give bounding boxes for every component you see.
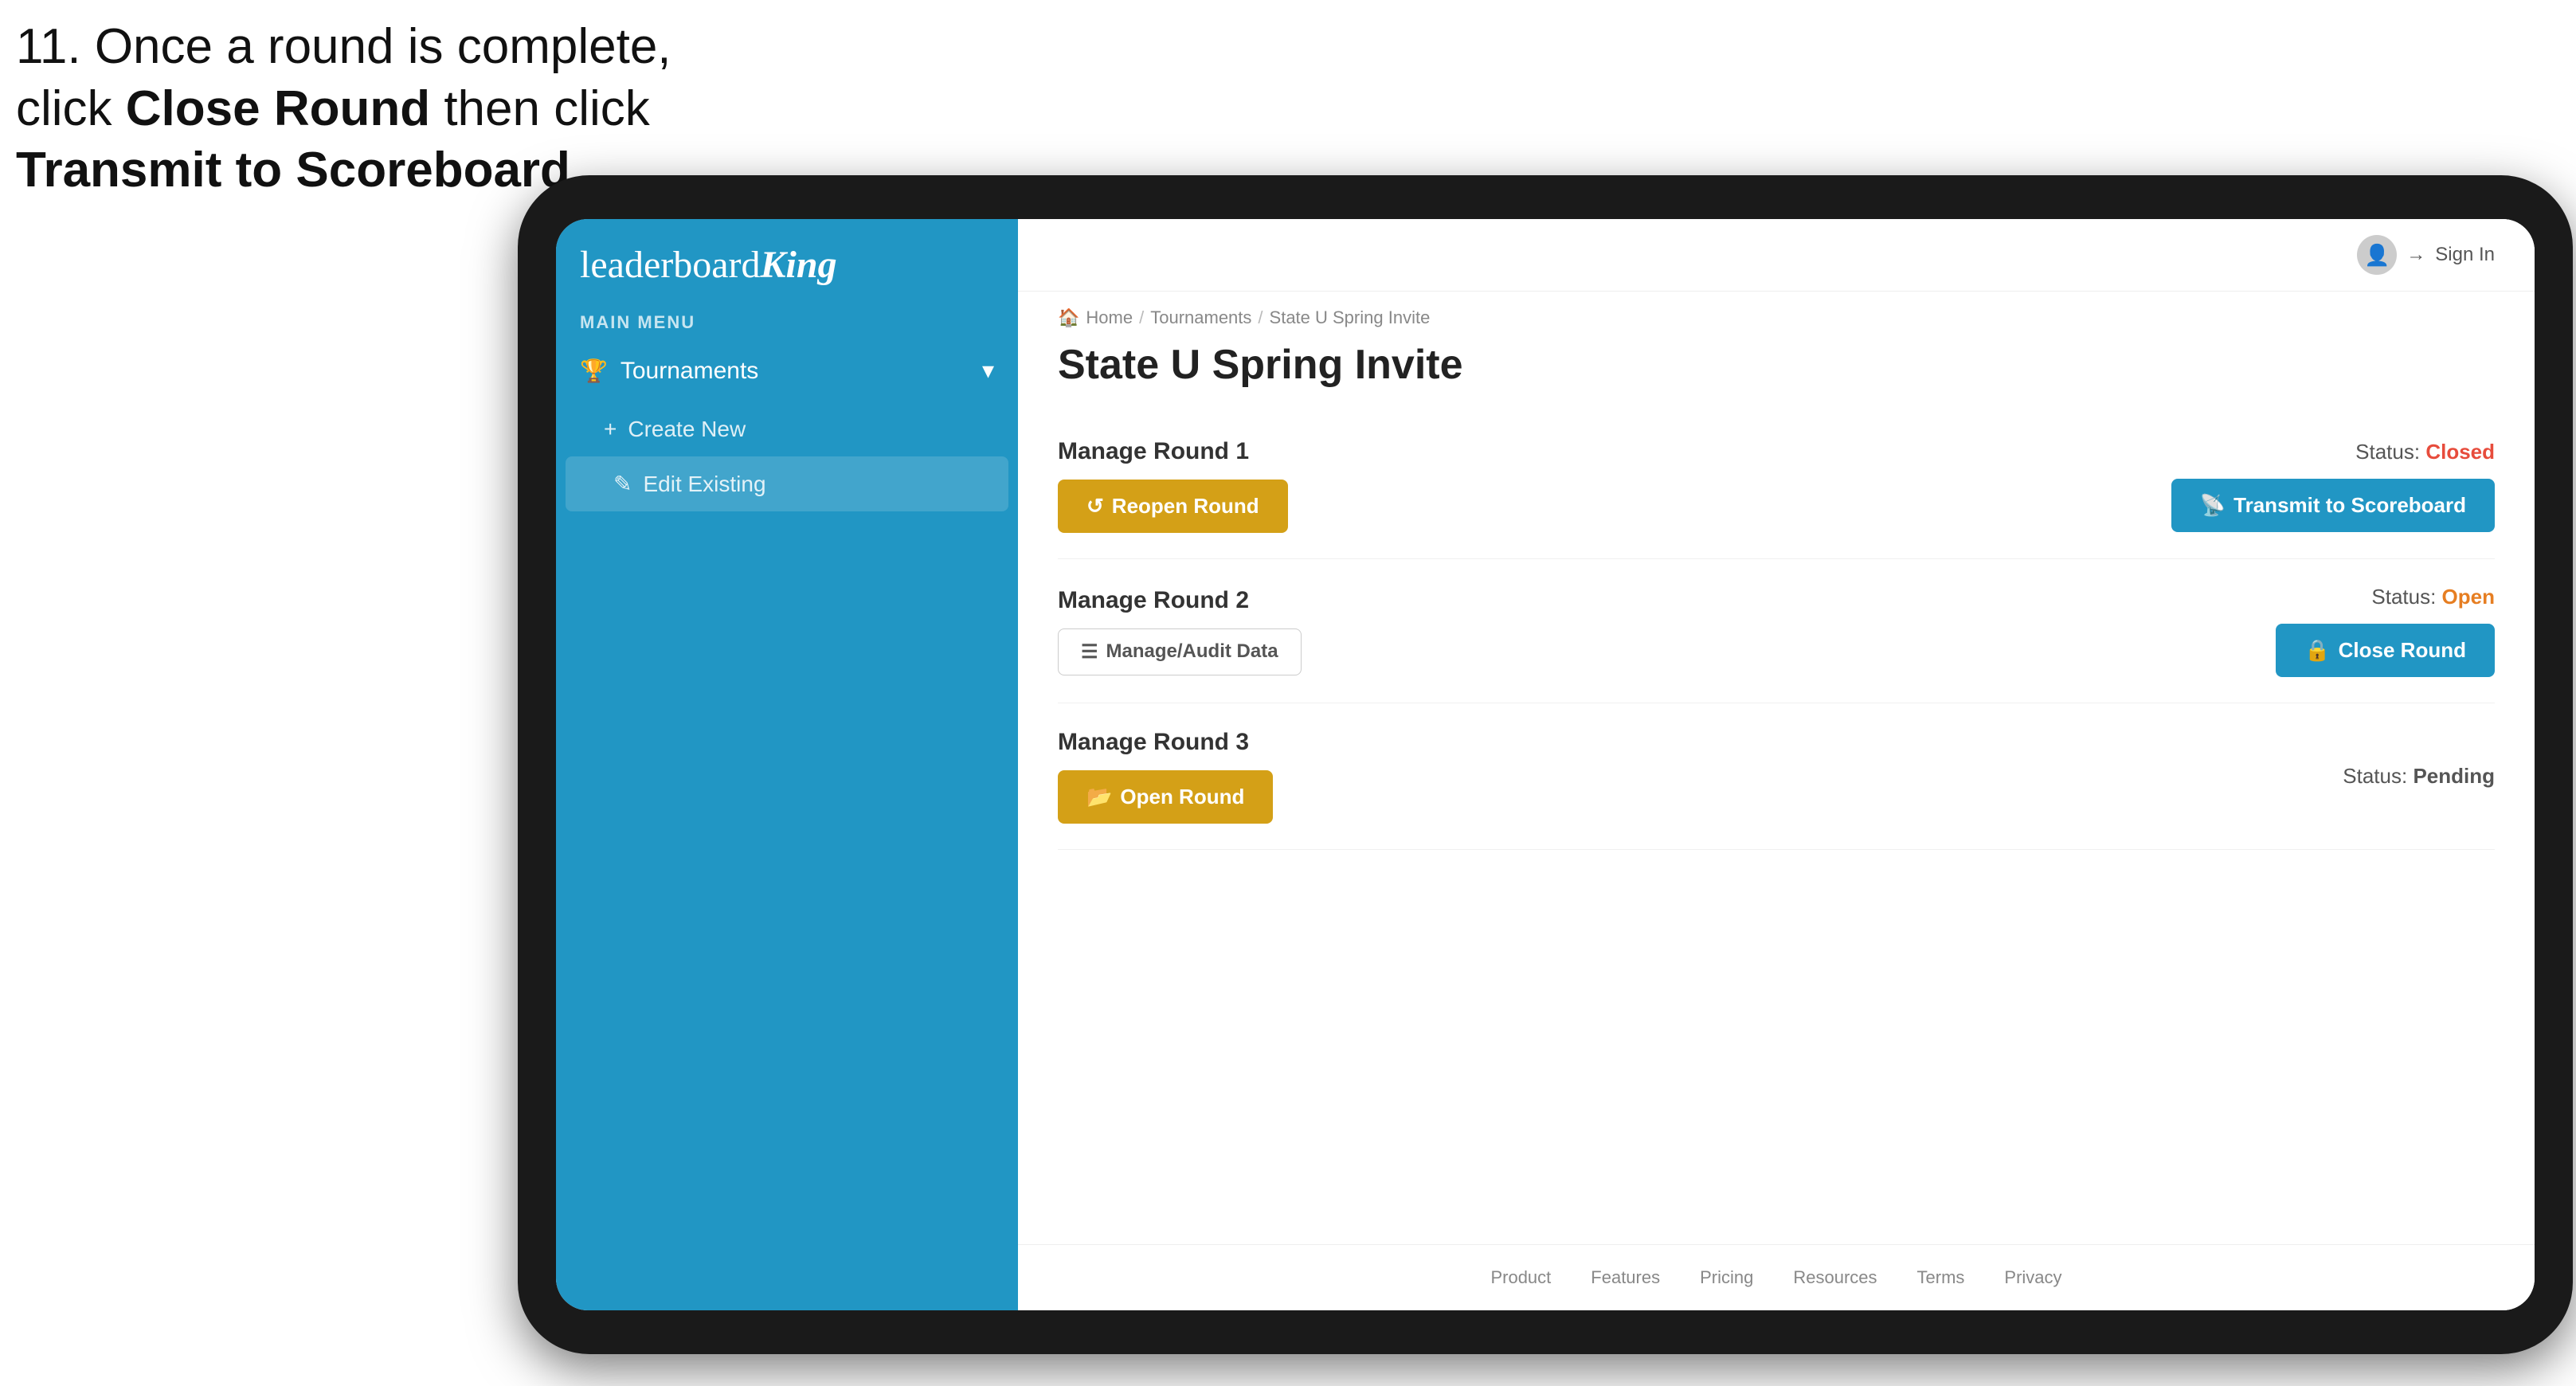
- sidebar-create-new[interactable]: + Create New: [556, 402, 1018, 456]
- breadcrumb-home[interactable]: Home: [1086, 307, 1133, 328]
- manage-audit-button[interactable]: ☰ Manage/Audit Data: [1058, 628, 1302, 675]
- round-3-title: Manage Round 3: [1058, 729, 1273, 756]
- footer-pricing[interactable]: Pricing: [1700, 1267, 1753, 1288]
- footer-product[interactable]: Product: [1490, 1267, 1551, 1288]
- main-content: 👤 → Sign In 🏠 Home / Tournaments / State…: [1018, 219, 2535, 1310]
- round-3-right: Status: Pending: [2343, 764, 2495, 789]
- footer: Product Features Pricing Resources Terms…: [1018, 1244, 2535, 1310]
- instruction-line2: click: [16, 81, 126, 136]
- round-1-title: Manage Round 1: [1058, 438, 1288, 465]
- instruction-bold1: Close Round: [126, 81, 430, 136]
- round-3-left: Manage Round 3 📂 Open Round: [1058, 729, 1273, 824]
- transmit-scoreboard-label: Transmit to Scoreboard: [2233, 493, 2466, 518]
- instruction-block: 11. Once a round is complete, click Clos…: [16, 16, 671, 202]
- app-container: leaderboardKing MAIN MENU 🏆 Tournaments …: [556, 219, 2535, 1310]
- footer-resources[interactable]: Resources: [1793, 1267, 1877, 1288]
- sign-in-label: →: [2406, 244, 2425, 266]
- logo-leaderboard: eaderboard: [590, 244, 760, 286]
- avatar-icon: 👤: [2357, 235, 2397, 275]
- sign-in-text: Sign In: [2435, 244, 2495, 266]
- reopen-round-label: Reopen Round: [1112, 494, 1259, 519]
- round-2-status: Status: Open: [2371, 585, 2495, 609]
- top-header: 👤 → Sign In: [1018, 219, 2535, 292]
- footer-features[interactable]: Features: [1591, 1267, 1660, 1288]
- main-menu-label: MAIN MENU: [556, 303, 1018, 339]
- round-1-status: Status: Closed: [2355, 440, 2495, 464]
- transmit-icon: 📡: [2200, 493, 2226, 518]
- round-1-right: Status: Closed 📡 Transmit to Scoreboard: [2171, 440, 2495, 532]
- content-spacer: [1018, 850, 2535, 1244]
- open-icon: 📂: [1086, 785, 1112, 809]
- breadcrumb-tournaments[interactable]: Tournaments: [1150, 307, 1251, 328]
- tablet-screen: leaderboardKing MAIN MENU 🏆 Tournaments …: [556, 219, 2535, 1310]
- home-icon: 🏠: [1058, 307, 1079, 328]
- sidebar-edit-existing[interactable]: ✎ Edit Existing: [566, 456, 1008, 511]
- instruction-bold2: Transmit to Scoreboard.: [16, 143, 584, 198]
- rounds-container: Manage Round 1 ↺ Reopen Round Status: Cl…: [1018, 413, 2535, 850]
- round-1-section: Manage Round 1 ↺ Reopen Round Status: Cl…: [1058, 413, 2495, 559]
- breadcrumb-current: State U Spring Invite: [1270, 307, 1431, 328]
- open-round-label: Open Round: [1120, 785, 1244, 809]
- round-3-section: Manage Round 3 📂 Open Round Status: Pend…: [1058, 703, 2495, 850]
- tablet-device: leaderboardKing MAIN MENU 🏆 Tournaments …: [518, 175, 2573, 1354]
- round-3-status-value: Pending: [2413, 764, 2495, 788]
- footer-privacy[interactable]: Privacy: [2004, 1267, 2061, 1288]
- logo: leaderboardKing: [580, 243, 994, 287]
- logo-king: King: [761, 244, 837, 286]
- sidebar-nav-tournaments[interactable]: 🏆 Tournaments ▾: [556, 339, 1018, 402]
- page-title: State U Spring Invite: [1018, 335, 2535, 413]
- edit-existing-label: Edit Existing: [643, 472, 765, 497]
- reopen-icon: ↺: [1086, 494, 1104, 519]
- sign-in-button[interactable]: 👤 → Sign In: [2357, 235, 2495, 275]
- open-round-button[interactable]: 📂 Open Round: [1058, 770, 1273, 824]
- close-icon: 🔒: [2304, 638, 2330, 663]
- sidebar: leaderboardKing MAIN MENU 🏆 Tournaments …: [556, 219, 1018, 1310]
- logo-bracket-left: l: [580, 244, 590, 286]
- round-3-status: Status: Pending: [2343, 764, 2495, 789]
- instruction-line3: then click: [430, 81, 650, 136]
- round-2-right: Status: Open 🔒 Close Round: [2276, 585, 2495, 677]
- instruction-line1: 11. Once a round is complete,: [16, 19, 671, 74]
- create-new-label: Create New: [628, 417, 746, 442]
- sidebar-tournaments-label: Tournaments: [621, 358, 758, 385]
- round-2-section: Manage Round 2 ☰ Manage/Audit Data Statu…: [1058, 559, 2495, 703]
- audit-icon: ☰: [1081, 640, 1098, 664]
- reopen-round-button[interactable]: ↺ Reopen Round: [1058, 480, 1288, 533]
- trophy-icon: 🏆: [580, 358, 608, 384]
- plus-icon: +: [604, 417, 617, 442]
- round-1-status-value: Closed: [2425, 440, 2495, 464]
- round-1-left: Manage Round 1 ↺ Reopen Round: [1058, 438, 1288, 533]
- chevron-down-icon: ▾: [982, 357, 994, 385]
- manage-audit-label: Manage/Audit Data: [1106, 640, 1278, 663]
- round-2-status-value: Open: [2442, 585, 2495, 609]
- round-2-title: Manage Round 2: [1058, 587, 1302, 614]
- sidebar-logo: leaderboardKing: [556, 219, 1018, 303]
- breadcrumb: 🏠 Home / Tournaments / State U Spring In…: [1018, 292, 2535, 335]
- edit-icon: ✎: [613, 471, 632, 497]
- transmit-scoreboard-button[interactable]: 📡 Transmit to Scoreboard: [2171, 479, 2495, 532]
- footer-terms[interactable]: Terms: [1917, 1267, 1965, 1288]
- close-round-button[interactable]: 🔒 Close Round: [2276, 624, 2495, 677]
- round-2-left: Manage Round 2 ☰ Manage/Audit Data: [1058, 587, 1302, 675]
- close-round-label: Close Round: [2339, 638, 2466, 663]
